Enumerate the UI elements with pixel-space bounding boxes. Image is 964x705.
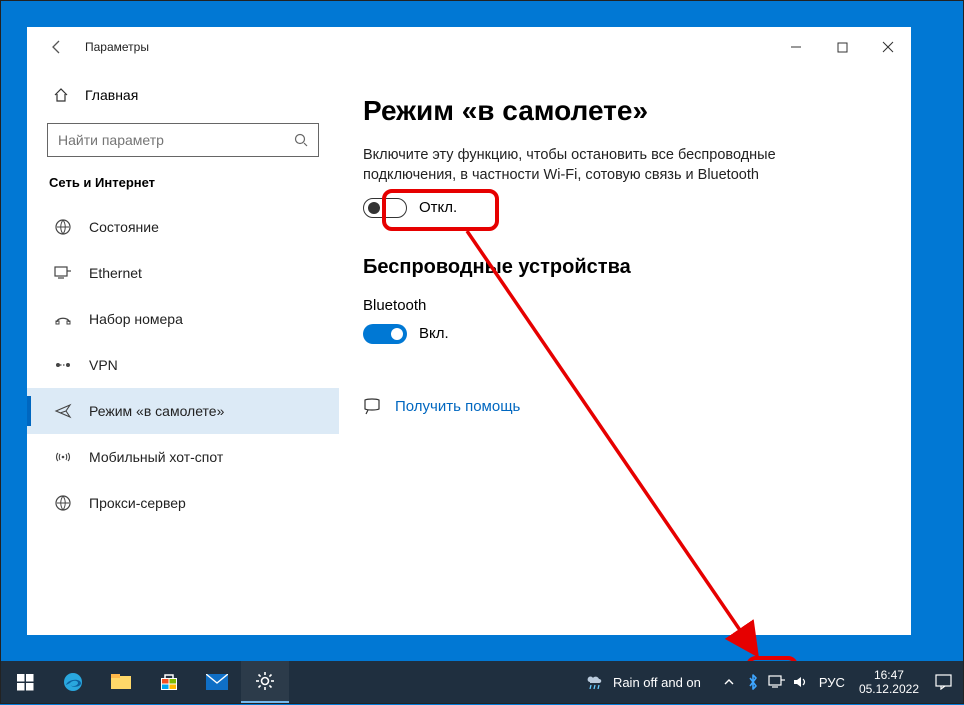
taskbar-store[interactable] <box>145 661 193 703</box>
taskbar-weather[interactable]: Rain off and on <box>585 673 701 691</box>
taskbar: Rain off and on РУС 16:47 05.12.2022 <box>1 661 963 703</box>
bluetooth-toggle-label: Вкл. <box>419 325 449 342</box>
bluetooth-toggle[interactable] <box>363 324 407 344</box>
taskbar-explorer[interactable] <box>97 661 145 703</box>
weather-text: Rain off and on <box>613 675 701 690</box>
sidebar-item-dialup[interactable]: Набор номера <box>27 296 339 342</box>
search-input[interactable] <box>58 132 294 148</box>
tray-notifications-icon[interactable] <box>927 661 959 703</box>
start-button[interactable] <box>1 661 49 703</box>
dialup-icon <box>53 312 73 326</box>
sidebar-item-status[interactable]: Состояние <box>27 204 339 250</box>
airplane-icon <box>53 402 73 420</box>
tray-time: 16:47 <box>874 668 904 682</box>
vpn-icon <box>53 358 73 372</box>
sidebar-item-label: VPN <box>89 357 118 373</box>
sidebar-item-label: Мобильный хот-спот <box>89 449 223 465</box>
bluetooth-toggle-row: Вкл. <box>363 324 891 344</box>
sidebar-home-label: Главная <box>85 87 138 103</box>
taskbar-mail[interactable] <box>193 661 241 703</box>
home-icon <box>53 87 69 103</box>
taskbar-settings[interactable] <box>241 661 289 703</box>
hotspot-icon <box>53 449 73 465</box>
airplane-mode-toggle[interactable] <box>363 198 407 218</box>
status-icon <box>53 218 73 236</box>
sidebar-item-label: Прокси-сервер <box>89 495 186 511</box>
weather-icon <box>585 673 605 691</box>
page-title: Режим «в самолете» <box>363 95 891 127</box>
sidebar: Главная Сеть и Интернет Состояние Ether <box>27 67 339 635</box>
tray-date: 05.12.2022 <box>859 682 919 696</box>
airplane-toggle-label: Откл. <box>419 199 457 216</box>
airplane-toggle-row: Откл. <box>363 198 891 218</box>
sidebar-item-hotspot[interactable]: Мобильный хот-спот <box>27 434 339 480</box>
proxy-icon <box>53 494 73 512</box>
tray-language[interactable]: РУС <box>813 675 851 690</box>
close-button[interactable] <box>865 27 911 67</box>
sidebar-home[interactable]: Главная <box>27 77 339 113</box>
tray-bluetooth-icon[interactable] <box>741 661 765 703</box>
get-help-link[interactable]: Получить помощь <box>363 398 891 416</box>
help-icon <box>363 398 381 416</box>
tray-network-icon[interactable] <box>765 661 789 703</box>
settings-window: Параметры Главная <box>27 27 911 635</box>
search-icon <box>294 133 308 147</box>
sidebar-item-vpn[interactable]: VPN <box>27 342 339 388</box>
sidebar-group-label: Сеть и Интернет <box>27 175 339 204</box>
sidebar-item-label: Ethernet <box>89 265 142 281</box>
sidebar-item-ethernet[interactable]: Ethernet <box>27 250 339 296</box>
sidebar-item-proxy[interactable]: Прокси-сервер <box>27 480 339 526</box>
help-link-label: Получить помощь <box>395 398 520 415</box>
content-area: Режим «в самолете» Включите эту функцию,… <box>339 67 911 635</box>
taskbar-edge[interactable] <box>49 661 97 703</box>
minimize-button[interactable] <box>773 27 819 67</box>
page-description: Включите эту функцию, чтобы остановить в… <box>363 145 863 186</box>
tray-volume-icon[interactable] <box>789 661 813 703</box>
tray-clock[interactable]: 16:47 05.12.2022 <box>851 668 927 697</box>
tray-chevron[interactable] <box>717 661 741 703</box>
back-button[interactable] <box>37 27 77 67</box>
ethernet-icon <box>53 266 73 280</box>
sidebar-item-label: Набор номера <box>89 311 183 327</box>
sidebar-item-label: Режим «в самолете» <box>89 403 224 419</box>
titlebar: Параметры <box>27 27 911 67</box>
wireless-section-heading: Беспроводные устройства <box>363 256 891 279</box>
bluetooth-label: Bluetooth <box>363 297 891 314</box>
sidebar-item-label: Состояние <box>89 219 159 235</box>
sidebar-search[interactable] <box>47 123 319 157</box>
sidebar-item-airplane[interactable]: Режим «в самолете» <box>27 388 339 434</box>
maximize-button[interactable] <box>819 27 865 67</box>
window-title: Параметры <box>85 40 149 54</box>
